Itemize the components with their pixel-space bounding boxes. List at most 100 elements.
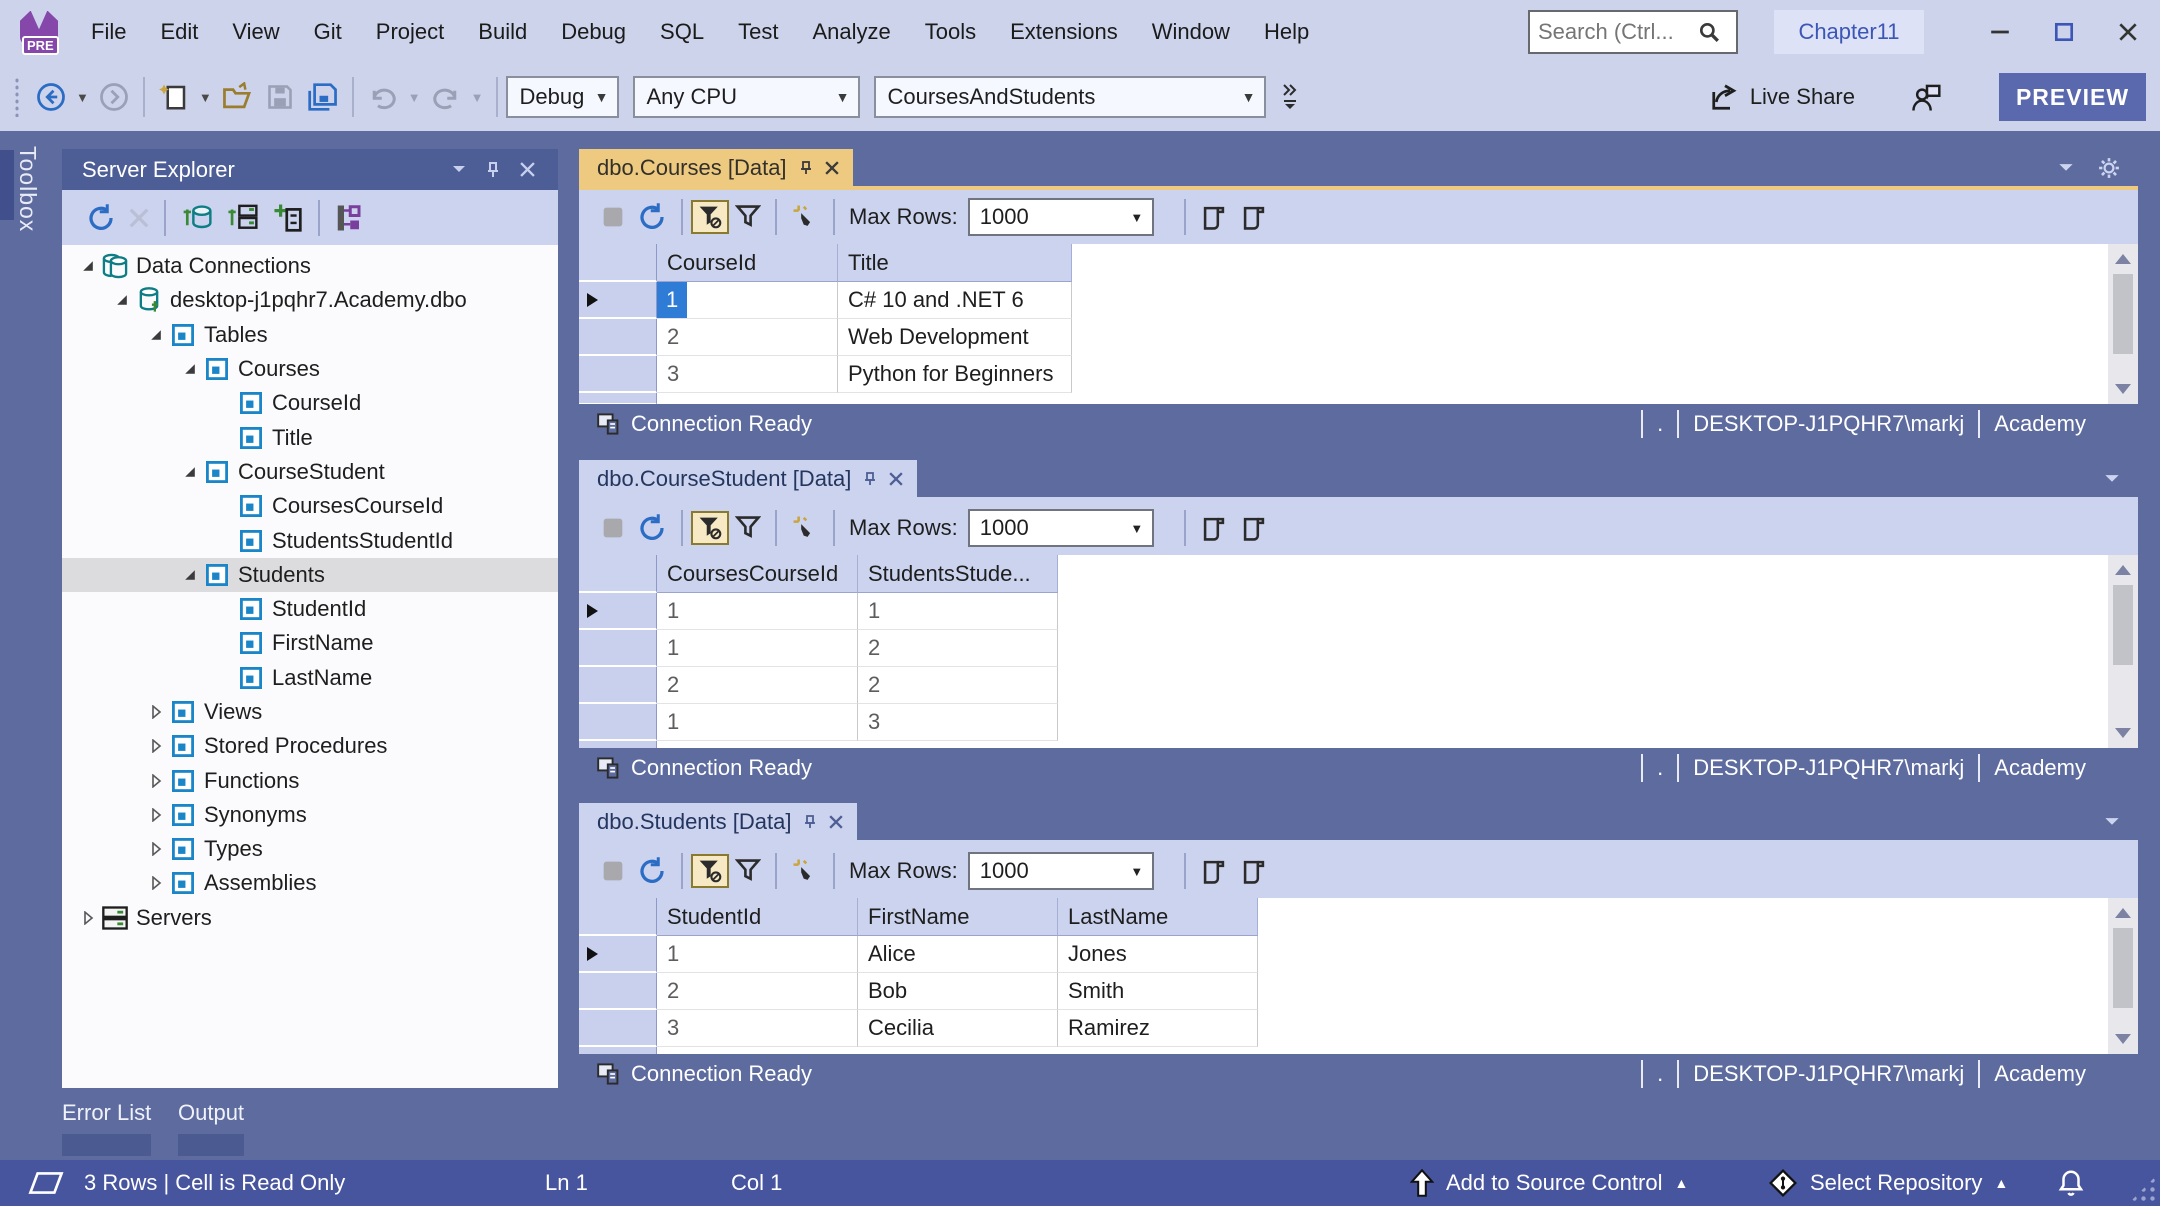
column-header[interactable]: CoursesCourseId	[657, 555, 858, 593]
row-header[interactable]	[579, 1010, 657, 1047]
grid-cell[interactable]: 3	[858, 704, 1058, 741]
menu-build[interactable]: Build	[461, 0, 544, 63]
toolbar-overflow-button[interactable]	[1282, 84, 1298, 110]
startup-project-dropdown[interactable]: CoursesAndStudents▼	[874, 76, 1266, 118]
vertical-scrollbar[interactable]	[2108, 898, 2138, 1054]
tree-item-firstname[interactable]: FirstName	[62, 626, 558, 660]
refresh-icon[interactable]	[631, 506, 673, 550]
script-icon[interactable]	[1234, 195, 1274, 239]
script-icon[interactable]	[1194, 506, 1234, 550]
tree-item-assemblies[interactable]: Assemblies	[62, 866, 558, 900]
document-tab[interactable]: dbo.Students [Data]	[579, 803, 857, 840]
scrollbar-thumb[interactable]	[2113, 928, 2133, 1008]
tree-item-views[interactable]: Views	[62, 695, 558, 729]
grid-cell[interactable]: 1	[657, 630, 858, 667]
navigate-back-button[interactable]	[30, 75, 72, 119]
tree-item-desktop-j1pqhr7-academy-dbo[interactable]: desktop-j1pqhr7.Academy.dbo	[62, 283, 558, 317]
twisty-collapsed-icon[interactable]	[144, 705, 168, 719]
row-header[interactable]	[579, 319, 657, 356]
scroll-down-arrow[interactable]	[2115, 1034, 2131, 1044]
column-header[interactable]: StudentsStude...	[858, 555, 1058, 593]
search-input[interactable]	[1538, 19, 1698, 45]
wand-icon[interactable]	[785, 195, 825, 239]
scroll-down-arrow[interactable]	[2115, 384, 2131, 394]
grid-cell[interactable]: Jones	[1058, 936, 1258, 973]
add-server-icon[interactable]	[266, 196, 310, 240]
bottom-tab-error-list[interactable]: Error List	[62, 1100, 151, 1156]
sidebar-tab-toolbox[interactable]: Toolbox	[14, 146, 41, 232]
tree-item-servers[interactable]: Servers	[62, 901, 558, 935]
grid-cell[interactable]: 1	[657, 593, 858, 630]
filter-icon[interactable]	[729, 195, 767, 239]
scrollbar-thumb[interactable]	[2113, 274, 2133, 354]
scroll-up-arrow[interactable]	[2115, 254, 2131, 264]
tree-item-types[interactable]: Types	[62, 832, 558, 866]
tree-item-courseid[interactable]: CourseId	[62, 386, 558, 420]
tree-item-coursescourseid[interactable]: CoursesCourseId	[62, 489, 558, 523]
filter-toggled-button[interactable]	[691, 200, 729, 234]
close-icon[interactable]	[889, 472, 903, 486]
stop-icon[interactable]	[595, 195, 631, 239]
notifications-bell-icon[interactable]	[2058, 1168, 2084, 1198]
menu-debug[interactable]: Debug	[544, 0, 643, 63]
column-header[interactable]: LastName	[1058, 898, 1258, 936]
row-header[interactable]	[579, 741, 657, 748]
grid-cell[interactable]: Bob	[858, 973, 1058, 1010]
tree-item-courses[interactable]: Courses	[62, 352, 558, 386]
grid-cell[interactable]: Smith	[1058, 973, 1258, 1010]
document-list-chevron-icon[interactable]	[2104, 817, 2120, 827]
scrollbar-thumb[interactable]	[2113, 585, 2133, 665]
add-to-source-control-button[interactable]: Add to Source Control ▲	[1410, 1169, 1688, 1197]
twisty-collapsed-icon[interactable]	[144, 774, 168, 788]
menu-tools[interactable]: Tools	[908, 0, 993, 63]
menu-extensions[interactable]: Extensions	[993, 0, 1135, 63]
tree-item-lastname[interactable]: LastName	[62, 661, 558, 695]
stop-refresh-icon[interactable]	[122, 196, 156, 240]
maximize-button[interactable]	[2032, 0, 2096, 63]
document-list-chevron-icon[interactable]	[2104, 474, 2120, 484]
grid-cell[interactable]: 1	[657, 936, 858, 973]
menu-git[interactable]: Git	[297, 0, 359, 63]
search-box[interactable]	[1528, 10, 1738, 54]
twisty-collapsed-icon[interactable]	[76, 911, 100, 925]
tree-item-students[interactable]: Students	[62, 558, 558, 592]
menu-file[interactable]: File	[74, 0, 143, 63]
refresh-icon[interactable]	[80, 196, 122, 240]
row-header[interactable]	[579, 593, 657, 630]
script-icon[interactable]	[1194, 195, 1234, 239]
back-history-caret[interactable]: ▼	[72, 90, 93, 105]
column-header[interactable]: Title	[838, 244, 1072, 282]
grid-cell[interactable]: Ramirez	[1058, 1010, 1258, 1047]
window-position-chevron-icon[interactable]	[442, 149, 476, 190]
filter-toggled-button[interactable]	[691, 854, 729, 888]
tree-item-tables[interactable]: Tables	[62, 318, 558, 352]
select-repository-button[interactable]: Select Repository ▲	[1768, 1168, 2008, 1198]
script-icon[interactable]	[1234, 506, 1274, 550]
row-header[interactable]	[579, 704, 657, 741]
selected-cell[interactable]: 1	[657, 282, 687, 318]
wand-icon[interactable]	[785, 849, 825, 893]
vertical-scrollbar[interactable]	[2108, 244, 2138, 404]
connect-to-server-icon[interactable]	[220, 196, 266, 240]
twisty-collapsed-icon[interactable]	[144, 842, 168, 856]
grid-cell[interactable]: Cecilia	[858, 1010, 1058, 1047]
stop-icon[interactable]	[595, 506, 631, 550]
save-all-button[interactable]	[300, 75, 344, 119]
script-icon[interactable]	[1194, 849, 1234, 893]
object-explorer-hierarchy-icon[interactable]	[328, 196, 370, 240]
close-icon[interactable]	[510, 149, 544, 190]
menu-edit[interactable]: Edit	[143, 0, 215, 63]
grid-cell[interactable]: 1	[858, 593, 1058, 630]
grid-cell[interactable]: 1	[657, 704, 858, 741]
feedback-person-icon[interactable]	[1911, 81, 1943, 113]
filter-icon[interactable]	[729, 849, 767, 893]
navigate-forward-button[interactable]	[93, 75, 135, 119]
column-header[interactable]: StudentId	[657, 898, 858, 936]
column-header[interactable]: FirstName	[858, 898, 1058, 936]
menu-view[interactable]: View	[215, 0, 296, 63]
twisty-expanded-icon[interactable]	[110, 294, 134, 306]
tree-item-studentid[interactable]: StudentId	[62, 592, 558, 626]
grid-cell[interactable]: 3	[657, 1010, 858, 1047]
close-icon[interactable]	[825, 161, 839, 175]
twisty-collapsed-icon[interactable]	[144, 739, 168, 753]
